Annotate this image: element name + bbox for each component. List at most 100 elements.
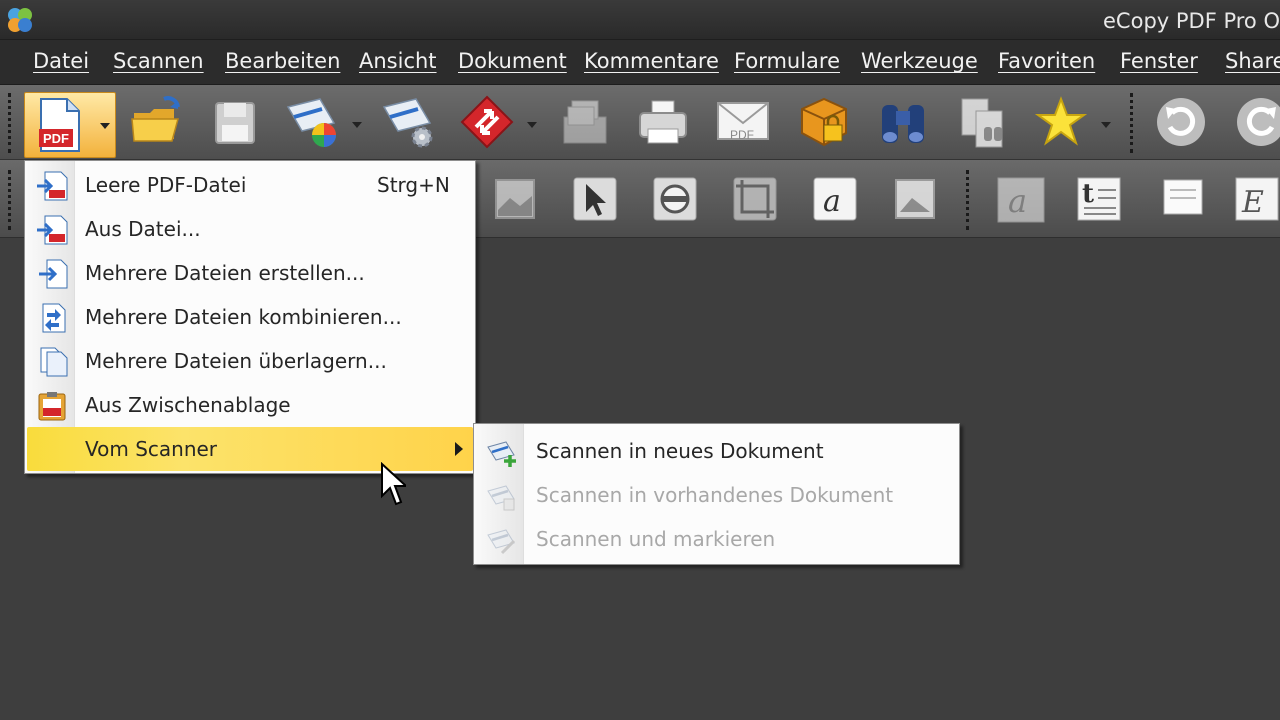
crop-icon <box>733 177 777 221</box>
menu-item-label: Mehrere Dateien überlagern... <box>85 349 387 373</box>
email-pdf-icon: PDF <box>717 102 769 142</box>
convert-icon <box>460 95 514 149</box>
new-pdf-icon: PDF <box>39 98 80 152</box>
menu-item-label: Vom Scanner <box>85 437 218 461</box>
select-tool-button[interactable] <box>566 170 624 228</box>
menu-item-from-clipboard[interactable]: Aus Zwischenablage <box>27 383 473 427</box>
toolbar-grip[interactable] <box>8 93 12 153</box>
scanner-submenu: Scannen in neues Dokument Scannen in vor… <box>473 423 960 565</box>
menu-formulare[interactable]: Formulare <box>734 49 840 73</box>
security-package-button[interactable] <box>794 93 852 151</box>
menu-share[interactable]: Share <box>1225 49 1280 73</box>
find-button[interactable] <box>874 93 932 151</box>
menu-scannen[interactable]: Scannen <box>113 49 204 73</box>
menu-item-from-file[interactable]: Aus Datei... <box>27 207 473 251</box>
print-batch-button[interactable] <box>556 93 614 151</box>
open-folder-icon <box>131 96 180 142</box>
menu-item-from-scanner[interactable]: Vom Scanner <box>27 427 473 471</box>
convert-button[interactable] <box>458 93 516 151</box>
open-button[interactable] <box>128 93 186 151</box>
print-batch-icon <box>563 100 607 144</box>
menu-item-label: Mehrere Dateien kombinieren... <box>85 305 402 329</box>
toolbar-grip[interactable] <box>1130 93 1134 153</box>
signature-icon: a <box>997 177 1045 223</box>
clipboard-pdf-icon <box>38 392 66 421</box>
menu-bearbeiten[interactable]: Bearbeiten <box>225 49 340 73</box>
chevron-down-icon[interactable] <box>527 122 537 128</box>
image-tool-icon <box>495 179 535 219</box>
chevron-down-icon[interactable] <box>100 123 110 129</box>
menu-item-shortcut: Strg+N <box>377 173 450 197</box>
overlay-files-icon <box>40 347 68 377</box>
image-edit-button[interactable] <box>886 170 944 228</box>
redo-button[interactable] <box>1232 93 1280 151</box>
menu-item-create-multiple[interactable]: Mehrere Dateien erstellen... <box>27 251 473 295</box>
menu-kommentare[interactable]: Kommentare <box>584 49 719 73</box>
formula-icon: E <box>1235 177 1279 221</box>
select-arrow-icon <box>573 177 617 221</box>
toolbar-grip[interactable] <box>966 170 970 230</box>
snapshot-icon <box>653 177 697 221</box>
menu-item-label: Aus Datei... <box>85 217 201 241</box>
new-pdf-button[interactable]: PDF <box>24 92 116 158</box>
scan-settings-button[interactable] <box>380 93 438 151</box>
signature-button[interactable]: a <box>992 170 1050 228</box>
crop-button[interactable] <box>726 170 784 228</box>
text-edit-icon: a <box>813 177 857 221</box>
menu-item-combine-files[interactable]: Mehrere Dateien kombinieren... <box>27 295 473 339</box>
svg-text:PDF: PDF <box>43 131 69 146</box>
print-icon <box>639 100 687 144</box>
title-bar: eCopy PDF Pro O <box>0 0 1280 40</box>
print-button[interactable] <box>634 93 692 151</box>
blank-pdf-icon <box>37 171 68 201</box>
typewriter-icon: t <box>1077 177 1121 221</box>
typewriter-button[interactable]: t <box>1070 170 1128 228</box>
toolbar-grip[interactable] <box>8 170 12 230</box>
compare-icon <box>961 98 1003 148</box>
favorites-button[interactable] <box>1032 93 1090 151</box>
menu-fenster[interactable]: Fenster <box>1120 49 1198 73</box>
formula-button[interactable]: E <box>1228 170 1280 228</box>
menu-datei[interactable]: Datei <box>33 49 89 73</box>
chevron-down-icon[interactable] <box>1101 122 1111 128</box>
text-edit-button[interactable]: a <box>806 170 864 228</box>
undo-icon <box>1157 98 1205 146</box>
menu-werkzeuge[interactable]: Werkzeuge <box>861 49 978 73</box>
undo-button[interactable] <box>1152 93 1210 151</box>
scan-markup-icon <box>487 529 516 555</box>
svg-text:a: a <box>1008 182 1027 220</box>
menu-item-scan-and-markup[interactable]: Scannen und markieren <box>476 517 957 561</box>
find-binoculars-icon <box>882 105 924 143</box>
scan-settings-icon <box>382 98 433 148</box>
snapshot-button[interactable] <box>646 170 704 228</box>
menu-item-label: Scannen in neues Dokument <box>536 439 824 463</box>
note-button[interactable] <box>1154 170 1212 228</box>
compare-button[interactable] <box>954 93 1012 151</box>
create-multiple-icon <box>39 259 68 289</box>
save-button[interactable] <box>206 93 264 151</box>
combine-files-icon <box>42 303 66 333</box>
menu-item-scan-new-document[interactable]: Scannen in neues Dokument <box>476 429 957 473</box>
menu-item-blank-pdf[interactable]: Leere PDF-Datei Strg+N <box>27 163 473 207</box>
menu-item-scan-existing-document[interactable]: Scannen in vorhandenes Dokument <box>476 473 957 517</box>
menu-item-label: Mehrere Dateien erstellen... <box>85 261 365 285</box>
scan-color-icon <box>286 98 336 147</box>
menu-item-label: Aus Zwischenablage <box>85 393 291 417</box>
chevron-down-icon[interactable] <box>352 122 362 128</box>
scan-new-doc-icon <box>487 441 516 467</box>
menu-favoriten[interactable]: Favoriten <box>998 49 1095 73</box>
menu-dokument[interactable]: Dokument <box>458 49 567 73</box>
menu-item-label: Leere PDF-Datei <box>85 173 247 197</box>
app-logo-icon <box>8 8 32 32</box>
email-pdf-button[interactable]: PDF <box>714 93 772 151</box>
menu-item-overlay-files[interactable]: Mehrere Dateien überlagern... <box>27 339 473 383</box>
svg-text:a: a <box>823 184 841 219</box>
chevron-right-icon <box>455 442 463 456</box>
scan-color-button[interactable] <box>284 93 342 151</box>
mouse-cursor-icon <box>381 462 406 506</box>
note-icon <box>1163 179 1203 215</box>
menu-ansicht[interactable]: Ansicht <box>359 49 437 73</box>
image-tool-button[interactable] <box>486 170 544 228</box>
svg-text:E: E <box>1241 185 1264 220</box>
save-icon <box>215 102 255 144</box>
